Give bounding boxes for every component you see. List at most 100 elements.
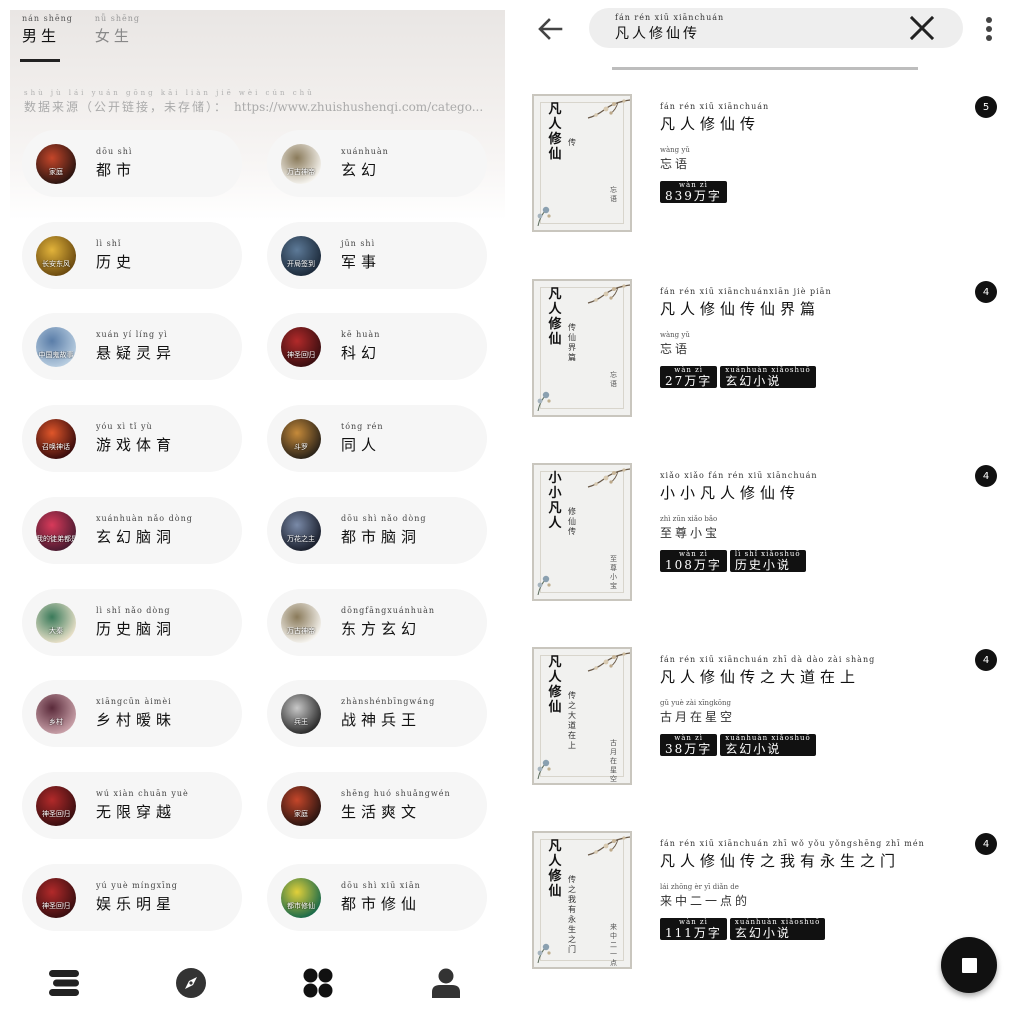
- cover-subtitle: 传仙界篇: [568, 323, 576, 362]
- nav-discover[interactable]: [167, 960, 215, 1006]
- cover-author: 至尊小宝: [610, 555, 617, 590]
- bottom-nav: [10, 960, 505, 1010]
- category-item[interactable]: 中国鬼故事 xuán yí líng yì 悬疑灵异: [22, 313, 242, 381]
- book-result-item[interactable]: 凡人修仙 传之大道在上 古月在星空 fán rén xiū xiānchuán zhī…: [532, 647, 1012, 787]
- category-label: tóng rén 同人: [341, 422, 384, 455]
- category-label: kē huàn 科幻: [341, 330, 381, 363]
- category-pinyin: kē huàn: [341, 330, 381, 340]
- arrow-left-icon: [538, 18, 563, 40]
- category-thumbnail: 家庭: [36, 144, 76, 184]
- search-results-panel: fán rén xiū xiānchuán 凡人修仙传 凡人修仙传忘语 fán r…: [515, 0, 1020, 1020]
- flower-decoration: [534, 753, 556, 783]
- search-input[interactable]: fán rén xiū xiānchuán 凡人修仙传: [589, 8, 963, 48]
- stop-button[interactable]: [941, 937, 997, 993]
- category-thumbnail: 开局签到: [281, 235, 321, 276]
- plum-branch-decoration: [584, 281, 630, 319]
- category-item[interactable]: 都市修仙 dōu shì xiū xiān 都市修仙: [267, 863, 487, 931]
- category-item[interactable]: 斗罗 tóng rén 同人: [267, 405, 487, 473]
- category-item[interactable]: 家庭 shēng huó shuǎngwén 生活爽文: [267, 771, 487, 839]
- category-item[interactable]: 我的徒弟都是大反派 xuánhuàn nǎo dòng 玄幻脑洞: [22, 496, 242, 564]
- nav-category[interactable]: [294, 960, 342, 1006]
- tab-female[interactable]: nǚ shēng 女生: [95, 14, 140, 46]
- thumbnail-caption: 乡村: [49, 718, 63, 727]
- tab-male[interactable]: nán shēng 男生: [22, 14, 73, 46]
- category-name: 战神兵王: [341, 711, 422, 730]
- category-pinyin: xuánhuàn nǎo dòng: [96, 513, 193, 523]
- cover-author: 忘语: [610, 371, 617, 388]
- category-grid-icon: [303, 968, 333, 998]
- book-title-pinyin: fán rén xiū xiānchuánxiān jiè piān: [660, 287, 832, 296]
- category-thumbnail: 长安东风: [36, 235, 76, 276]
- category-item[interactable]: 大秦 lì shǐ nǎo dòng 历史脑洞: [22, 588, 242, 656]
- cover-author: 古月在星空: [610, 739, 617, 783]
- cover-subtitle: 传之大道在上: [568, 691, 576, 750]
- category-item[interactable]: 神圣回归 yú yuè míngxīng 娱乐明星: [22, 863, 242, 931]
- more-options-button[interactable]: [977, 12, 1001, 46]
- category-name: 都市修仙: [341, 894, 422, 913]
- nav-bookshelf[interactable]: [40, 960, 88, 1006]
- category-pinyin: shēng huó shuǎngwén: [341, 788, 451, 798]
- nav-profile[interactable]: [422, 960, 470, 1006]
- category-item[interactable]: 家庭 dōu shì 都市: [22, 130, 242, 197]
- clear-search-button[interactable]: [907, 13, 937, 43]
- cover-author: 来中二一点的: [610, 923, 617, 967]
- book-tag: xuánhuàn xiǎoshuō 玄幻小说: [729, 918, 826, 940]
- book-result-item[interactable]: 凡人修仙 传仙界篇 忘语 fán rén xiū xiānchuánxiān jiè …: [532, 279, 1012, 419]
- book-author-pinyin: gǔ yuè zài xīngkōng: [660, 699, 731, 707]
- book-author-pinyin: wàng yǔ: [660, 146, 690, 154]
- category-item[interactable]: 万古神帝 xuánhuàn 玄幻: [267, 130, 487, 197]
- category-item[interactable]: 乡村 xiāngcūn àimèi 乡村暧昧: [22, 680, 242, 748]
- book-result-item[interactable]: 凡人修仙传忘语 fán rén xiū xiānchuán 凡人修仙传 wàng yǔ…: [532, 94, 1012, 234]
- cover-title: 凡人修仙: [548, 287, 562, 347]
- category-label: yóu xì tǐ yù 游戏体育: [96, 422, 176, 455]
- category-item[interactable]: 神圣回归 wú xiàn chuān yuè 无限穿越: [22, 771, 242, 839]
- flower-decoration: [534, 569, 556, 599]
- category-name: 同人: [341, 436, 382, 455]
- category-label: dōngfāngxuánhuàn 东方玄幻: [341, 606, 435, 639]
- category-label: zhànshénbīngwáng 战神兵王: [341, 697, 435, 730]
- book-info: fán rén xiū xiānchuán zhī wǒ yǒu yǒngshē…: [660, 839, 925, 940]
- category-name: 乡村暧昧: [96, 711, 177, 730]
- category-name: 都市脑洞: [341, 527, 422, 546]
- flower-decoration: [534, 200, 556, 230]
- thumbnail-caption: 神圣回归: [287, 351, 315, 360]
- category-name: 科幻: [341, 344, 382, 363]
- book-author-pinyin: wàng yǔ: [660, 331, 690, 339]
- category-item[interactable]: 长安东风 lì shǐ 历史: [22, 221, 242, 289]
- category-thumbnail: 神圣回归: [281, 327, 321, 368]
- plum-branch-decoration: [584, 96, 630, 134]
- category-name: 军事: [341, 252, 382, 271]
- rating-badge: 4: [975, 833, 997, 855]
- category-item[interactable]: 万古神帝 dōngfāngxuánhuàn 东方玄幻: [267, 588, 487, 656]
- book-info: fán rén xiū xiānchuán zhī dà dào zài shà…: [660, 655, 875, 756]
- thumbnail-caption: 家庭: [49, 168, 63, 176]
- category-item[interactable]: 兵王 zhànshénbīngwáng 战神兵王: [267, 680, 487, 748]
- category-name: 游戏体育: [96, 436, 177, 455]
- book-result-item[interactable]: 凡人修仙传之我有永生之门来中二一点的fán rén xiū xiānchuán …: [532, 831, 1012, 971]
- category-pinyin: jūn shì: [341, 238, 376, 248]
- category-thumbnail: 家庭: [281, 785, 321, 826]
- category-thumbnail: 万古神帝: [281, 602, 321, 643]
- category-pinyin: xuán yí líng yì: [96, 330, 168, 340]
- category-thumbnail: 召唤神话: [36, 419, 76, 460]
- book-cover: 凡人修仙 传之大道在上 古月在星空: [532, 647, 632, 785]
- back-button[interactable]: [533, 12, 567, 46]
- category-label: xuánhuàn 玄幻: [341, 147, 389, 180]
- category-item[interactable]: 万花之主 dōu shì nǎo dòng 都市脑洞: [267, 496, 487, 564]
- book-author: 至尊小宝: [660, 526, 721, 540]
- cover-subtitle: 修仙传: [568, 507, 576, 536]
- category-item[interactable]: 召唤神话 yóu xì tǐ yù 游戏体育: [22, 405, 242, 473]
- source-url[interactable]: https://www.zhuishushenqi.com/catego...: [234, 100, 483, 114]
- book-tags: wàn zì 111万字 xuánhuàn xiǎoshuō 玄幻小说: [660, 918, 925, 940]
- thumbnail-caption: 兵王: [294, 718, 308, 727]
- category-item[interactable]: 神圣回归 kē huàn 科幻: [267, 313, 487, 381]
- category-pinyin: yú yuè míngxīng: [96, 880, 178, 890]
- category-panel: nán shēng 男生 nǚ shēng 女生 shù jù lái yuán…: [10, 10, 505, 1020]
- category-name: 东方玄幻: [341, 619, 422, 638]
- category-item[interactable]: 开局签到 jūn shì 军事: [267, 221, 487, 289]
- category-label: yú yuè míngxīng 娱乐明星: [96, 881, 178, 914]
- category-thumbnail: 兵王: [281, 694, 321, 735]
- category-pinyin: tóng rén: [341, 422, 384, 432]
- book-result-item[interactable]: 小小凡人 修仙传 至尊小宝 xiǎo xiǎo fán rén xiū xiānchu…: [532, 463, 1012, 603]
- book-author: 忘语: [660, 342, 691, 356]
